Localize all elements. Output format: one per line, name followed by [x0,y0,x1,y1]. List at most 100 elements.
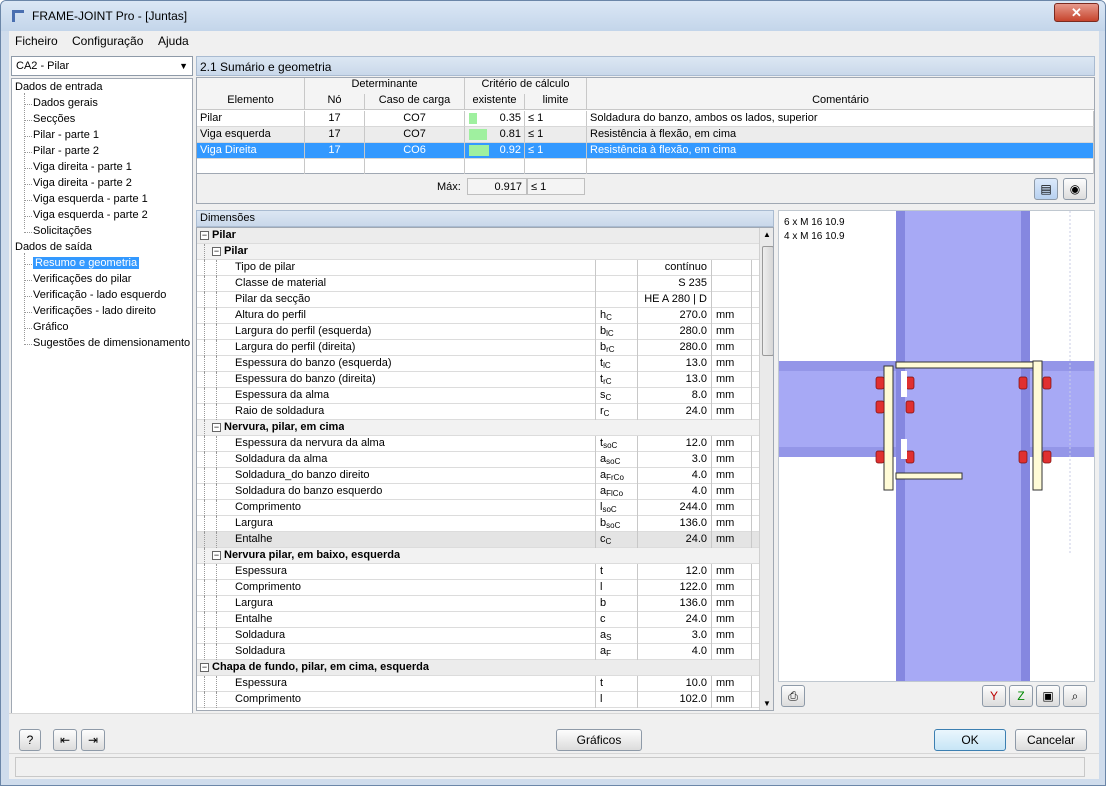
help-button[interactable]: ? [19,729,41,751]
collapse-icon[interactable]: − [212,550,221,560]
print-graphic-button[interactable]: ⎙ [781,685,805,707]
table-row[interactable]: Espessura do banzo (direita) trC 13.0 mm [197,372,759,388]
view-button[interactable]: ◉ [1063,178,1087,200]
scroll-down-icon[interactable]: ▼ [763,699,771,708]
param-value[interactable]: S 235 [637,276,711,292]
param-value[interactable]: 13.0 [637,372,711,388]
export-button[interactable]: ⇥ [81,729,105,751]
table-row[interactable]: Raio de soldadura rC 24.0 mm [197,404,759,420]
tree-item[interactable]: Viga esquerda - parte 2 [33,208,148,223]
view-y-button[interactable]: Y [982,685,1006,707]
table-row[interactable]: Soldadura do banzo esquerdo aFlCo 4.0 mm [197,484,759,500]
menu-ajuda[interactable]: Ajuda [158,34,189,48]
tree-item[interactable]: Resumo e geometria [33,256,140,271]
tree-item[interactable]: Verificação - lado esquerdo [33,288,166,303]
tree-item[interactable]: Gráfico [33,320,68,335]
param-value[interactable]: 136.0 [637,516,711,532]
table-row[interactable]: Espessura t 10.0 mm [197,676,759,692]
group-row[interactable]: − Pilar [197,244,759,260]
graficos-button[interactable]: Gráficos [556,729,642,751]
scroll-up-icon[interactable]: ▲ [763,230,771,239]
close-button[interactable]: ✕ [1054,3,1099,22]
param-value[interactable]: 12.0 [637,436,711,452]
table-row[interactable]: Largura do perfil (esquerda) blC 280.0 mm [197,324,759,340]
collapse-icon[interactable]: − [212,422,221,432]
case-select[interactable]: CA2 - Pilar ▼ [11,56,193,76]
menu-ficheiro[interactable]: Ficheiro [15,34,58,48]
cancel-button[interactable]: Cancelar [1015,729,1087,751]
table-row[interactable]: Espessura do banzo (esquerda) tlC 13.0 mm [197,356,759,372]
scroll-thumb[interactable] [762,246,773,356]
param-value[interactable]: 4.0 [637,484,711,500]
collapse-icon[interactable]: − [200,662,209,672]
tree-item[interactable]: Verificações do pilar [33,272,131,287]
param-value[interactable]: 270.0 [637,308,711,324]
zoom-button[interactable]: ⌕ [1063,685,1087,707]
tree-item[interactable]: Sugestões de dimensionamento [33,336,190,351]
ok-button[interactable]: OK [934,729,1006,751]
table-row[interactable]: Comprimento l 122.0 mm [197,580,759,596]
table-row[interactable]: Entalhe c 24.0 mm [197,612,759,628]
table-row[interactable]: Soldadura aS 3.0 mm [197,628,759,644]
param-value[interactable]: 280.0 [637,340,711,356]
param-value[interactable]: 3.0 [637,628,711,644]
param-value[interactable]: 3.0 [637,452,711,468]
group-row[interactable]: − Nervura, pilar, em cima [197,420,759,436]
tree-item[interactable]: Viga direita - parte 2 [33,176,132,191]
table-row[interactable]: Largura do perfil (direita) brC 280.0 mm [197,340,759,356]
import-button[interactable]: ⇤ [53,729,77,751]
tree-item[interactable]: Verificações - lado direito [33,304,156,319]
param-value[interactable]: 4.0 [637,468,711,484]
tree-item[interactable]: Pilar - parte 1 [33,128,99,143]
param-value[interactable]: HE A 280 | D [637,292,711,308]
table-row[interactable]: Espessura da alma sC 8.0 mm [197,388,759,404]
tree-item[interactable]: Pilar - parte 2 [33,144,99,159]
param-value[interactable]: contínuo [637,260,711,276]
table-row[interactable]: Altura do perfil hC 270.0 mm [197,308,759,324]
table-row[interactable]: Tipo de pilar contínuo [197,260,759,276]
table-view-button[interactable]: ▤ [1034,178,1058,200]
table-row[interactable]: Espessura da nervura da alma tsoC 12.0 mm [197,436,759,452]
group-row[interactable]: − Chapa de fundo, pilar, em cima, esquerd… [197,660,759,676]
tree-item[interactable]: Viga direita - parte 1 [33,160,132,175]
param-value[interactable]: 10.0 [637,676,711,692]
tree-group[interactable]: Dados de entrada [15,80,102,95]
param-value[interactable]: 24.0 [637,404,711,420]
tree-group[interactable]: Dados de saída [15,240,92,255]
param-value[interactable]: 12.0 [637,564,711,580]
tree-item[interactable]: Dados gerais [33,96,98,111]
param-value[interactable]: 280.0 [637,324,711,340]
param-value[interactable]: 244.0 [637,500,711,516]
table-row[interactable]: Soldadura aF 4.0 mm [197,644,759,660]
table-row[interactable]: Classe de material S 235 [197,276,759,292]
param-value[interactable]: 24.0 [637,532,711,548]
param-value[interactable]: 122.0 [637,580,711,596]
table-row[interactable]: Soldadura da alma asoC 3.0 mm [197,452,759,468]
param-value[interactable]: 136.0 [637,596,711,612]
table-row[interactable]: Largura bsoC 136.0 mm [197,516,759,532]
table-row[interactable]: Soldadura_do banzo direito aFrCo 4.0 mm [197,468,759,484]
param-value[interactable]: 4.0 [637,644,711,660]
view-3d-button[interactable]: ▣ [1036,685,1060,707]
collapse-icon[interactable]: − [200,230,209,240]
view-z-button[interactable]: Z [1009,685,1033,707]
collapse-icon[interactable]: − [212,246,221,256]
table-row[interactable]: Entalhe cC 24.0 mm [197,532,759,548]
cell-no: 17 [305,143,365,159]
table-row[interactable]: Espessura t 12.0 mm [197,564,759,580]
menu-configuracao[interactable]: Configuração [72,34,143,48]
param-value[interactable]: 8.0 [637,388,711,404]
tree-item[interactable]: Solicitações [33,224,92,239]
tree-item[interactable]: Viga esquerda - parte 1 [33,192,148,207]
table-row[interactable]: Largura b 136.0 mm [197,596,759,612]
table-row[interactable]: Comprimento l 102.0 mm [197,692,759,708]
vertical-scrollbar[interactable]: ▲ ▼ [759,228,773,710]
table-row[interactable]: Pilar da secção HE A 280 | D [197,292,759,308]
table-row[interactable]: Comprimento lsoC 244.0 mm [197,500,759,516]
param-value[interactable]: 102.0 [637,692,711,708]
tree-item[interactable]: Secções [33,112,75,127]
group-row[interactable]: − Nervura pilar, em baixo, esquerda [197,548,759,564]
param-value[interactable]: 13.0 [637,356,711,372]
param-value[interactable]: 24.0 [637,612,711,628]
group-row[interactable]: − Pilar [197,228,759,244]
